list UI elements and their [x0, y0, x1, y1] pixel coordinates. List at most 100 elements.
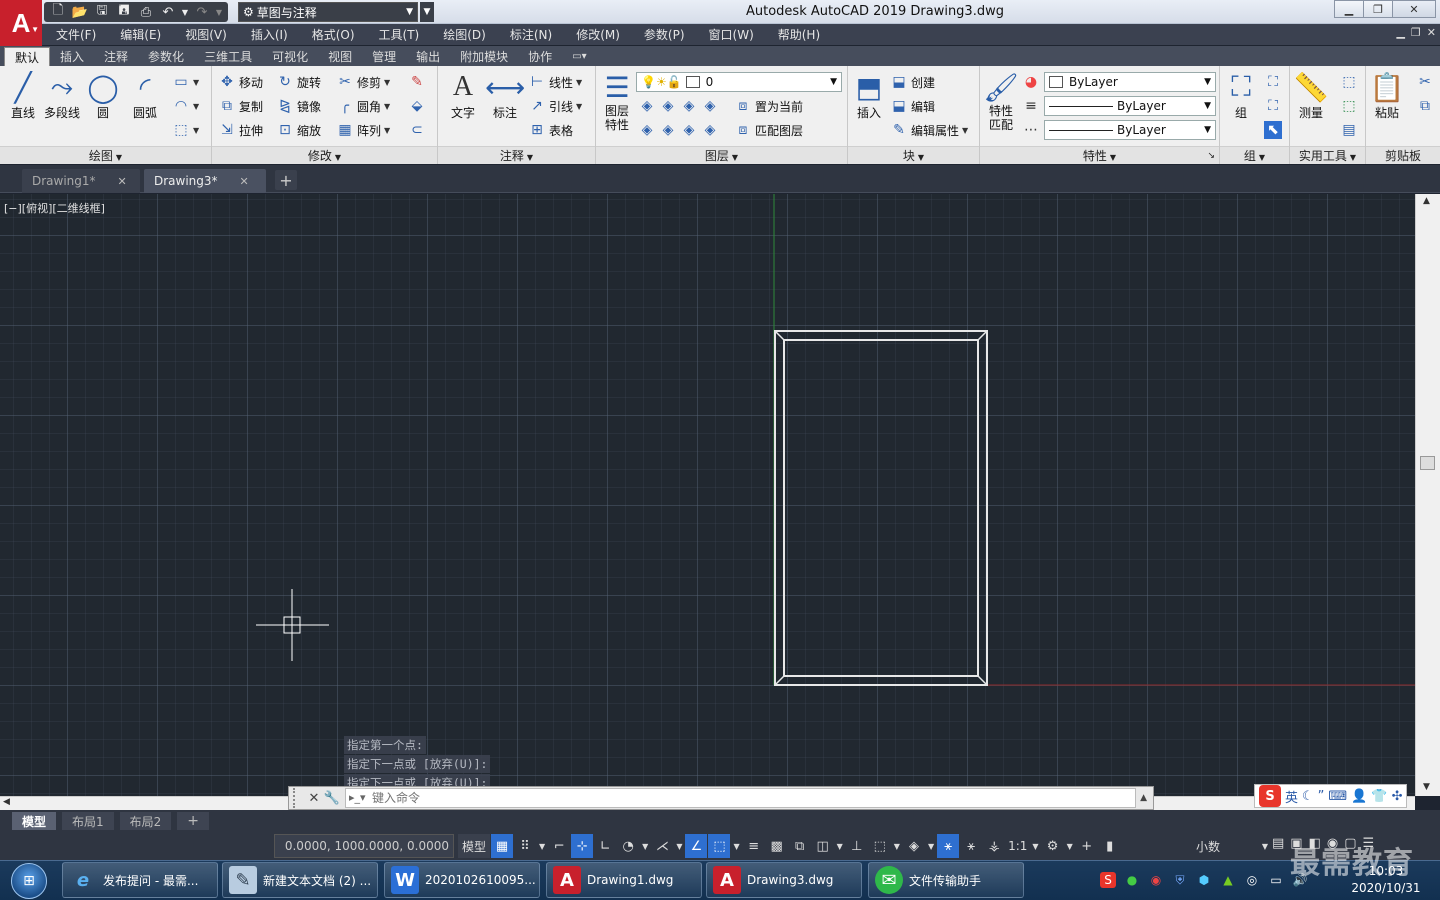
qq-icon[interactable]: ◎	[1244, 872, 1260, 888]
layer-tools-row-2[interactable]: ◈ ◈ ◈ ◈	[638, 120, 719, 140]
cut-icon[interactable]: ✂	[1416, 72, 1434, 92]
menu-item[interactable]: 帮助(H)	[766, 24, 832, 45]
ime-language[interactable]: 英	[1285, 787, 1298, 806]
plus-icon[interactable]: +	[1076, 834, 1098, 858]
file-tab-drawing3[interactable]: Drawing3* ✕	[144, 169, 266, 193]
layout-tab-layout2[interactable]: 布局2	[119, 812, 172, 830]
units-icon[interactable]: ▮	[1099, 834, 1121, 858]
ribbon-tab[interactable]: 输出	[406, 47, 450, 66]
scroll-thumb[interactable]	[1420, 456, 1435, 470]
toolbox-icon[interactable]: ✣	[1392, 789, 1403, 804]
stretch-button[interactable]: ⇲ 拉伸	[218, 120, 263, 140]
calculator-icon[interactable]: ▤	[1340, 120, 1358, 140]
add-layout-button[interactable]: +	[177, 812, 210, 830]
close-icon[interactable]: ✕	[118, 175, 127, 188]
dimension-button[interactable]: ⟷ 标注	[485, 70, 525, 121]
taskbar-item-ie[interactable]: e 发布提问 - 最需...	[62, 862, 218, 898]
ungroup-icon[interactable]: ⛶	[1264, 72, 1282, 92]
menu-item[interactable]: 编辑(E)	[108, 24, 173, 45]
qat-customize-button[interactable]: ▼	[420, 2, 434, 22]
wrench-icon[interactable]: 🔧	[323, 791, 341, 806]
lineweight-dropdown[interactable]: ByLayer ▼	[1044, 120, 1216, 140]
scale-button[interactable]: ⊡ 缩放	[276, 120, 321, 140]
nvidia-icon[interactable]: ▲	[1220, 872, 1236, 888]
punctuation-icon[interactable]: ”	[1318, 789, 1325, 804]
workspace-dropdown[interactable]: ⚙ 草图与注释 ▼	[238, 2, 418, 22]
ribbon-tab[interactable]: 可视化	[262, 47, 318, 66]
menu-item[interactable]: 格式(O)	[300, 24, 367, 45]
scroll-left-icon[interactable]: ◀	[3, 797, 10, 807]
color-dropdown[interactable]: ByLayer ▼	[1044, 72, 1216, 92]
model-space-button[interactable]: 模型	[458, 834, 491, 858]
units-dropdown[interactable]: 小数 ▼	[1196, 834, 1268, 858]
circle-button[interactable]: ◯ 圆	[86, 70, 120, 121]
cube-icon[interactable]: ⬢	[1196, 872, 1212, 888]
chevron-down-icon[interactable]: ▼	[1065, 834, 1075, 858]
chevron-down-icon[interactable]: ▼	[640, 834, 650, 858]
quick-select-icon[interactable]: ⬚	[1340, 72, 1358, 92]
drawing-canvas[interactable]: [−][俯视][二维线框] 指定第一个点: 指定下一点或 [放弃(U)]: 指定…	[0, 194, 1415, 796]
dynamic-ucs-icon[interactable]: ⊥	[846, 834, 868, 858]
copy-button[interactable]: ⧉ 复制	[218, 96, 263, 116]
measure-button[interactable]: 📏 测量	[1294, 70, 1329, 121]
wechat-tray-icon[interactable]: ●	[1124, 872, 1140, 888]
create-block-button[interactable]: ⬓ 创建	[890, 72, 935, 92]
3d-osnap-icon[interactable]: ◫	[812, 834, 834, 858]
ribbon-tab[interactable]: 参数化	[138, 47, 194, 66]
edit-attributes-button[interactable]: ✎ 编辑属性 ▼	[890, 120, 968, 140]
insert-block-button[interactable]: ⬒ 插入	[852, 70, 886, 121]
menu-item[interactable]: 绘图(D)	[431, 24, 498, 45]
ime-toolbar[interactable]: S 英 ☾ ” ⌨ 👤 👕 ✣	[1254, 784, 1408, 808]
ortho-icon[interactable]: ∟	[594, 834, 616, 858]
hatch-button[interactable]: ◠ ▼	[172, 96, 199, 116]
infer-constraints-icon[interactable]: ⌐	[548, 834, 570, 858]
selection-filter-icon[interactable]: ⬚	[869, 834, 891, 858]
ribbon-options-icon[interactable]: ▭▾	[562, 47, 596, 66]
weibo-tray-icon[interactable]: ◉	[1148, 872, 1164, 888]
copy-clip-icon[interactable]: ⧉	[1416, 96, 1434, 116]
quick-properties-icon[interactable]: ▤	[1272, 836, 1284, 851]
command-input[interactable]	[345, 788, 1137, 808]
erase-button[interactable]: ✎	[408, 72, 426, 92]
ribbon-tab[interactable]: 附加模块	[450, 47, 518, 66]
offset-button[interactable]: ⊂	[408, 120, 426, 140]
ribbon-tab[interactable]: 注释	[94, 47, 138, 66]
array-button[interactable]: ▦ 阵列 ▼	[336, 120, 390, 140]
chevron-down-icon[interactable]: ▼	[892, 834, 902, 858]
shield-icon[interactable]: ⛨	[1172, 872, 1188, 888]
vertical-scrollbar[interactable]: ▲ ▼	[1415, 194, 1440, 796]
menu-item[interactable]: 视图(V)	[173, 24, 239, 45]
taskbar-item-notepad[interactable]: ✎ 新建文本文档 (2) ...	[222, 862, 378, 898]
explode-button[interactable]: ⬙	[408, 96, 426, 116]
moon-icon[interactable]: ☾	[1302, 789, 1314, 804]
chevron-down-icon[interactable]: ▼	[1030, 834, 1040, 858]
coordinates-display[interactable]: 0.0000, 1000.0000, 0.0000	[274, 834, 454, 858]
set-current-button[interactable]: ⧈ 置为当前	[734, 96, 803, 116]
taskbar-item-drawing1[interactable]: A Drawing1.dwg	[546, 862, 702, 898]
polyline-button[interactable]: ⤳ 多段线	[44, 70, 80, 121]
menu-item[interactable]: 标注(N)	[498, 24, 564, 45]
group-select-icon[interactable]: ⬉	[1264, 120, 1282, 140]
layout-tab-layout1[interactable]: 布局1	[62, 812, 114, 830]
chevron-down-icon[interactable]: ▼	[537, 834, 547, 858]
table-button[interactable]: ⊞ 表格	[528, 120, 573, 140]
layout-tab-model[interactable]: 模型	[12, 812, 57, 830]
menu-item[interactable]: 参数(P)	[632, 24, 697, 45]
command-prompt-icon[interactable]: ▸_▾	[349, 791, 366, 804]
auto-scale-icon[interactable]: ⚹	[960, 834, 982, 858]
gear-icon[interactable]: ⚙	[1042, 834, 1064, 858]
layer-dropdown[interactable]: 💡 ☀ 🔓 0 ▼	[636, 72, 842, 92]
layers-panel-title[interactable]: 图层 ▼	[596, 146, 847, 164]
edit-block-button[interactable]: ⬓ 编辑	[890, 96, 935, 116]
chevron-down-icon[interactable]: ▼	[731, 834, 741, 858]
annotation-scale-icon[interactable]: ⚶	[983, 834, 1005, 858]
annotation-scale-value[interactable]: 1:1	[1006, 834, 1029, 858]
taskbar-item-word[interactable]: W 2020102610095...	[384, 862, 540, 898]
match-properties-button[interactable]: 🖌 特性 匹配	[983, 70, 1019, 133]
chevron-down-icon[interactable]: ▼	[674, 834, 684, 858]
fillet-button[interactable]: ╭ 圆角 ▼	[336, 96, 390, 116]
chevron-down-icon[interactable]: ▼	[835, 834, 845, 858]
object-snap-tracking-icon[interactable]: ∠	[685, 834, 708, 858]
print-icon[interactable]: ⎙	[136, 3, 156, 21]
close-icon[interactable]: ✕	[240, 175, 249, 188]
